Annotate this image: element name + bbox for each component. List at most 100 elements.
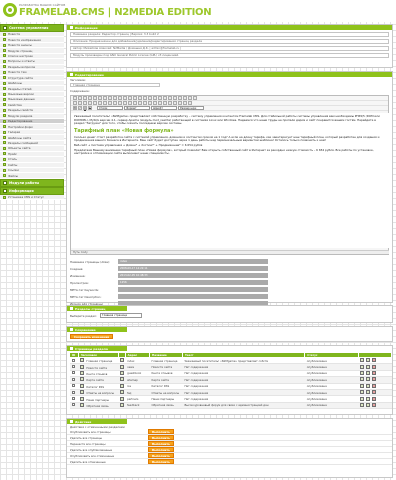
italic-icon[interactable]: I: [78, 106, 82, 110]
special-char-icon[interactable]: [158, 101, 162, 105]
row-title[interactable]: Новости сайта: [86, 366, 107, 370]
textarea-icon[interactable]: [173, 96, 177, 100]
row-checkbox[interactable]: [71, 390, 75, 394]
framelab-logo-icon[interactable]: [3, 3, 17, 17]
outdent-icon[interactable]: [83, 101, 87, 105]
row-title[interactable]: Каталог RSS: [86, 385, 104, 389]
row-title[interactable]: Наши партнеры: [86, 398, 109, 402]
justify-icon[interactable]: [113, 101, 117, 105]
visible-icon[interactable]: [120, 370, 125, 375]
move-icon[interactable]: [366, 390, 371, 395]
maximize-icon[interactable]: [178, 101, 182, 105]
ordered-list-icon[interactable]: [73, 101, 77, 105]
flash-icon[interactable]: [138, 101, 142, 105]
image-button-icon[interactable]: [188, 96, 192, 100]
edit-icon[interactable]: [360, 364, 365, 369]
link-icon[interactable]: [118, 101, 122, 105]
row-checkbox[interactable]: [71, 371, 75, 375]
show-blocks-icon[interactable]: [183, 101, 187, 105]
paste-word-icon[interactable]: [118, 96, 122, 100]
property-value-field[interactable]: index: [118, 259, 268, 264]
save-button[interactable]: Сохранить изменения: [70, 334, 114, 339]
delete-icon[interactable]: [372, 364, 377, 369]
row-title[interactable]: Карта сайта: [86, 378, 103, 382]
edit-icon[interactable]: [360, 358, 365, 363]
delete-icon[interactable]: [372, 396, 377, 401]
text-color-icon[interactable]: [168, 101, 172, 105]
bg-color-icon[interactable]: [173, 101, 177, 105]
visible-icon[interactable]: [120, 358, 125, 363]
row-title[interactable]: Книга отзывов: [86, 372, 107, 376]
styles-select[interactable]: Стили: [97, 106, 123, 110]
action-execute-button[interactable]: Выполнить: [148, 453, 174, 458]
visible-icon[interactable]: [120, 377, 125, 382]
table-row[interactable]: Обратная связь feedback Обратная связь Высо…: [69, 402, 392, 410]
templates-icon[interactable]: [93, 96, 97, 100]
section-select[interactable]: Главная страница: [100, 313, 142, 318]
align-left-icon[interactable]: [98, 101, 102, 105]
bold-icon[interactable]: B: [73, 106, 77, 110]
unlink-icon[interactable]: [123, 101, 127, 105]
paste-icon[interactable]: [108, 96, 112, 100]
spellcheck-icon[interactable]: [148, 96, 152, 100]
move-icon[interactable]: [366, 402, 371, 407]
font-size-select[interactable]: Размер шри: [178, 106, 204, 110]
page-break-icon[interactable]: [163, 101, 167, 105]
about-icon[interactable]: [188, 101, 192, 105]
table-icon[interactable]: [143, 101, 147, 105]
visible-icon[interactable]: [120, 364, 125, 369]
edit-icon[interactable]: [360, 396, 365, 401]
action-execute-button[interactable]: Выполнить: [148, 435, 174, 440]
checkbox-icon[interactable]: [158, 96, 162, 100]
visible-icon[interactable]: [120, 390, 125, 395]
sidebar-section-header[interactable]: Информация: [0, 186, 64, 195]
cut-icon[interactable]: [98, 96, 102, 100]
align-center-icon[interactable]: [103, 101, 107, 105]
font-select[interactable]: Шрифт: [151, 106, 177, 110]
property-value-field[interactable]: [118, 287, 268, 292]
action-execute-button[interactable]: Выполнить: [148, 447, 174, 452]
bulleted-list-icon[interactable]: [78, 101, 82, 105]
underline-icon[interactable]: U: [83, 106, 87, 110]
source-icon[interactable]: [73, 96, 77, 100]
edit-icon[interactable]: [360, 377, 365, 382]
find-icon[interactable]: [133, 96, 137, 100]
property-value-field[interactable]: 1256: [118, 280, 268, 285]
move-icon[interactable]: [366, 377, 371, 382]
smiley-icon[interactable]: [153, 101, 157, 105]
property-value-field[interactable]: [118, 294, 268, 299]
move-icon[interactable]: [366, 364, 371, 369]
format-select[interactable]: Формат: [124, 106, 150, 110]
radio-icon[interactable]: [163, 96, 167, 100]
row-checkbox[interactable]: [71, 384, 75, 388]
visible-icon[interactable]: [120, 383, 125, 388]
blockquote-icon[interactable]: [93, 101, 97, 105]
print-icon[interactable]: [88, 96, 92, 100]
edit-icon[interactable]: [360, 402, 365, 407]
property-value-field[interactable]: 2008-09-17 14:22:11: [118, 266, 268, 271]
form-icon[interactable]: [153, 96, 157, 100]
row-checkbox[interactable]: [71, 403, 75, 407]
align-right-icon[interactable]: [108, 101, 112, 105]
sidebar-item[interactable]: Установка CMS и Статус: [0, 194, 64, 201]
delete-icon[interactable]: [372, 390, 377, 395]
preview-icon[interactable]: [83, 96, 87, 100]
textfield-icon[interactable]: [168, 96, 172, 100]
replace-icon[interactable]: [138, 96, 142, 100]
row-checkbox[interactable]: [71, 358, 75, 362]
redo-icon[interactable]: [128, 96, 132, 100]
button-icon[interactable]: [183, 96, 187, 100]
row-title[interactable]: Главная страница: [86, 359, 112, 363]
edit-icon[interactable]: [360, 383, 365, 388]
hr-icon[interactable]: [148, 101, 152, 105]
action-execute-button[interactable]: Выполнить: [148, 429, 174, 434]
delete-icon[interactable]: [372, 377, 377, 382]
row-title[interactable]: Обратная связь: [86, 404, 108, 408]
sidebar-section-header[interactable]: Система управления: [0, 24, 64, 32]
undo-icon[interactable]: [123, 96, 127, 100]
copy-icon[interactable]: [103, 96, 107, 100]
action-execute-button[interactable]: Выполнить: [148, 441, 174, 446]
row-title[interactable]: Ответы на вопросы: [86, 391, 114, 395]
visible-icon[interactable]: [120, 396, 125, 401]
row-checkbox[interactable]: [71, 377, 75, 381]
